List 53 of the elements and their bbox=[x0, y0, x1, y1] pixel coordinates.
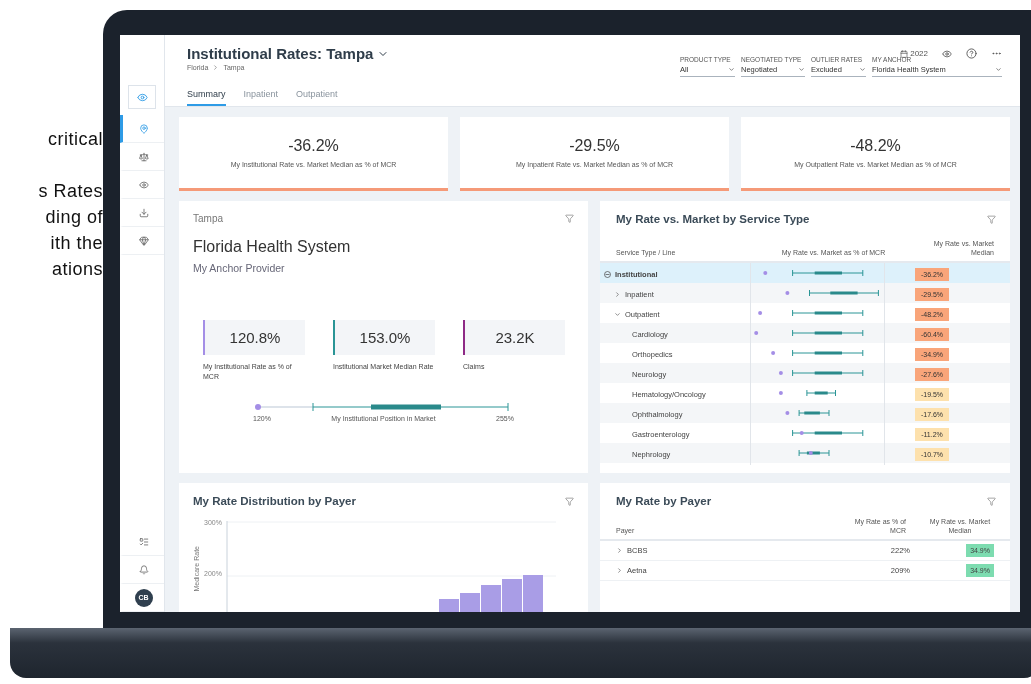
kpi-value: -36.2% bbox=[288, 137, 339, 155]
collapse-circle-icon[interactable] bbox=[604, 270, 611, 278]
year-label[interactable]: 2022 bbox=[910, 49, 928, 58]
box-plot-drawing bbox=[785, 409, 830, 417]
stat-value: 153.0% bbox=[333, 320, 435, 355]
caret-icon bbox=[859, 66, 866, 73]
filter-icon[interactable] bbox=[987, 496, 996, 506]
calendar-icon bbox=[900, 49, 909, 58]
box-plot-drawing bbox=[778, 389, 836, 397]
paragraph-line: ding of bbox=[45, 206, 103, 229]
scale-icon bbox=[138, 151, 149, 162]
caret-icon bbox=[798, 66, 805, 73]
histogram-bar bbox=[480, 585, 501, 612]
paragraph-line: s Rates bbox=[38, 180, 103, 203]
filter-icon[interactable] bbox=[987, 214, 996, 224]
pin-icon bbox=[138, 123, 149, 134]
logo-icon[interactable] bbox=[128, 85, 156, 109]
kpi-value: -29.5% bbox=[569, 137, 620, 155]
page-title: Institutional Rates: Tampa bbox=[187, 45, 374, 62]
bell-icon[interactable] bbox=[138, 564, 149, 575]
chevron-icon[interactable] bbox=[614, 290, 621, 298]
gem-icon bbox=[138, 235, 149, 246]
chevron-icon bbox=[212, 64, 220, 71]
paragraph-line: ations bbox=[51, 258, 103, 281]
paragraph-line: critical bbox=[48, 128, 103, 151]
chevron-icon[interactable] bbox=[616, 567, 623, 575]
help-icon[interactable] bbox=[966, 48, 977, 59]
region-label: Tampa bbox=[193, 213, 223, 224]
box-plot-drawing bbox=[798, 449, 830, 457]
filter-icon[interactable] bbox=[565, 496, 574, 506]
caret-icon bbox=[995, 66, 1002, 73]
card-title: My Rate Distribution by Payer bbox=[193, 495, 356, 507]
stat-value: 120.8% bbox=[203, 320, 305, 355]
eye-icon[interactable] bbox=[942, 48, 952, 59]
box-plot-drawing bbox=[792, 429, 864, 437]
histogram-bar bbox=[501, 579, 522, 612]
filter-icon[interactable] bbox=[565, 214, 574, 223]
card-title: My Rate vs. Market by Service Type bbox=[616, 213, 810, 225]
list-icon[interactable] bbox=[138, 536, 149, 547]
download-icon bbox=[138, 207, 149, 218]
provider-subtitle: My Anchor Provider bbox=[193, 262, 286, 274]
chevron-icon[interactable] bbox=[614, 310, 621, 318]
provider-name: Florida Health System bbox=[193, 238, 352, 256]
kpi-value: -48.2% bbox=[850, 137, 901, 155]
histogram-bar bbox=[522, 575, 543, 612]
caret-icon bbox=[728, 66, 735, 73]
card-title: My Rate by Payer bbox=[616, 495, 712, 507]
sidebar-item[interactable] bbox=[120, 115, 164, 143]
eye-icon bbox=[138, 179, 149, 190]
tab[interactable]: Summary bbox=[187, 85, 226, 106]
stat-value: 23.2K bbox=[463, 320, 565, 355]
paragraph-line: ith the bbox=[50, 232, 103, 255]
chevron-icon[interactable] bbox=[616, 547, 623, 555]
